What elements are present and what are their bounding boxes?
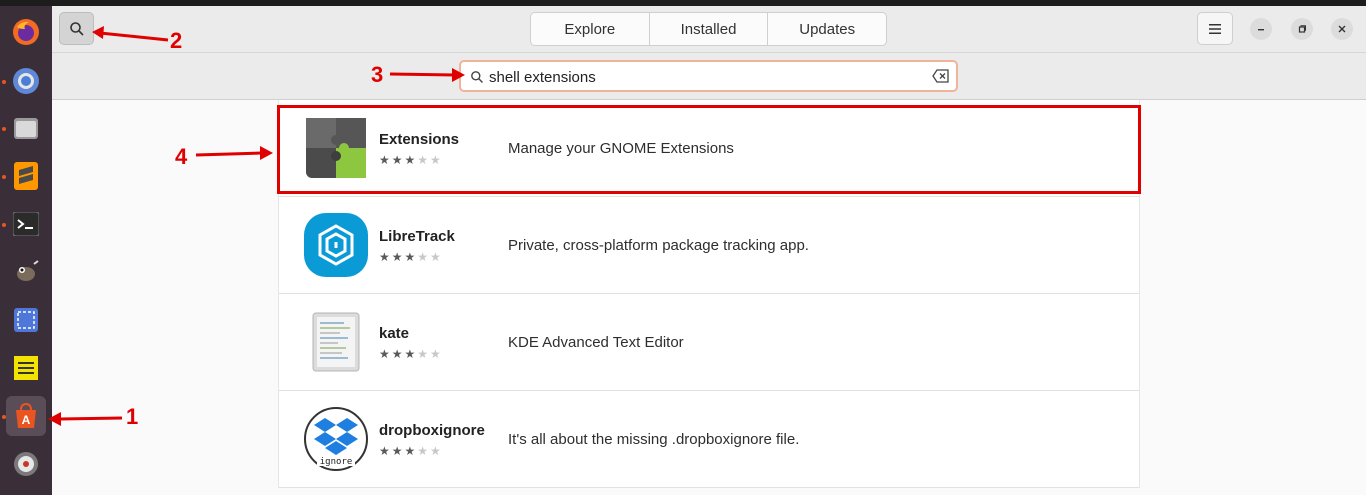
result-row-extensions[interactable]: Extensions ★★★★★ Manage your GNOME Exten…	[278, 100, 1140, 197]
search-bar	[52, 53, 1366, 100]
files-icon[interactable]	[6, 108, 46, 148]
search-toggle-button[interactable]	[59, 12, 94, 45]
tab-installed[interactable]: Installed	[650, 13, 769, 45]
firefox-icon[interactable]	[6, 12, 46, 52]
view-switcher: Explore Installed Updates	[530, 12, 887, 46]
app-name: LibreTrack	[379, 228, 455, 245]
libretrack-icon	[303, 212, 369, 278]
annotation-label-4: 4	[175, 144, 188, 169]
gimp-icon[interactable]	[6, 252, 46, 292]
app-name: dropboxignore	[379, 422, 485, 439]
app-description: It's all about the missing .dropboxignor…	[508, 431, 800, 448]
hamburger-menu-icon	[1209, 23, 1221, 34]
search-results: Extensions ★★★★★ Manage your GNOME Exten…	[52, 100, 1366, 495]
search-icon	[471, 71, 483, 83]
tab-explore[interactable]: Explore	[531, 13, 650, 45]
result-row-libretrack[interactable]: LibreTrack ★★★★★ Private, cross-platform…	[278, 197, 1140, 294]
result-row-kate[interactable]: kate ★★★★★ KDE Advanced Text Editor	[278, 294, 1140, 391]
puzzle-icon	[303, 115, 369, 181]
menu-button[interactable]	[1197, 12, 1233, 45]
dock: A	[0, 6, 52, 495]
terminal-icon[interactable]	[6, 204, 46, 244]
minimize-button[interactable]	[1250, 18, 1272, 40]
rating-stars: ★★★★★	[379, 347, 443, 361]
app-description: Private, cross-platform package tracking…	[508, 237, 809, 254]
app-name: Extensions	[379, 131, 460, 148]
header-bar: Explore Installed Updates	[52, 6, 1366, 53]
minimize-icon	[1258, 29, 1264, 31]
results-list: Extensions ★★★★★ Manage your GNOME Exten…	[278, 100, 1140, 488]
sublime-text-icon[interactable]	[6, 156, 46, 196]
close-button[interactable]	[1331, 18, 1353, 40]
search-input[interactable]	[489, 66, 909, 88]
svg-text:A: A	[22, 413, 31, 427]
disk-icon[interactable]	[6, 444, 46, 484]
screenshot-icon[interactable]	[6, 300, 46, 340]
close-icon	[1338, 25, 1346, 33]
dropbox-icon: ignore	[303, 406, 369, 472]
svg-text:ignore: ignore	[320, 457, 353, 467]
notes-icon[interactable]	[6, 348, 46, 388]
rating-stars: ★★★★★	[379, 250, 443, 264]
rating-stars: ★★★★★	[379, 444, 443, 458]
app-description: Manage your GNOME Extensions	[508, 140, 734, 157]
maximize-button[interactable]	[1291, 18, 1313, 40]
restore-icon	[1298, 25, 1306, 33]
app-center-icon[interactable]: A	[6, 396, 46, 436]
annotation-label-1: 1	[126, 404, 139, 429]
result-row-dropboxignore[interactable]: ignore dropboxignore ★★★★★ It's all abou…	[278, 391, 1140, 488]
clear-search-icon[interactable]	[932, 69, 950, 83]
app-name: kate	[379, 325, 410, 342]
rating-stars: ★★★★★	[379, 153, 443, 167]
app-description: KDE Advanced Text Editor	[508, 334, 684, 351]
annotation-label-2: 2	[170, 28, 183, 53]
chrome-icon[interactable]	[6, 61, 46, 101]
search-icon	[69, 21, 84, 36]
kate-icon	[303, 309, 369, 375]
search-field[interactable]	[459, 60, 958, 92]
tab-updates[interactable]: Updates	[768, 13, 886, 45]
annotation-label-3: 3	[371, 62, 384, 87]
